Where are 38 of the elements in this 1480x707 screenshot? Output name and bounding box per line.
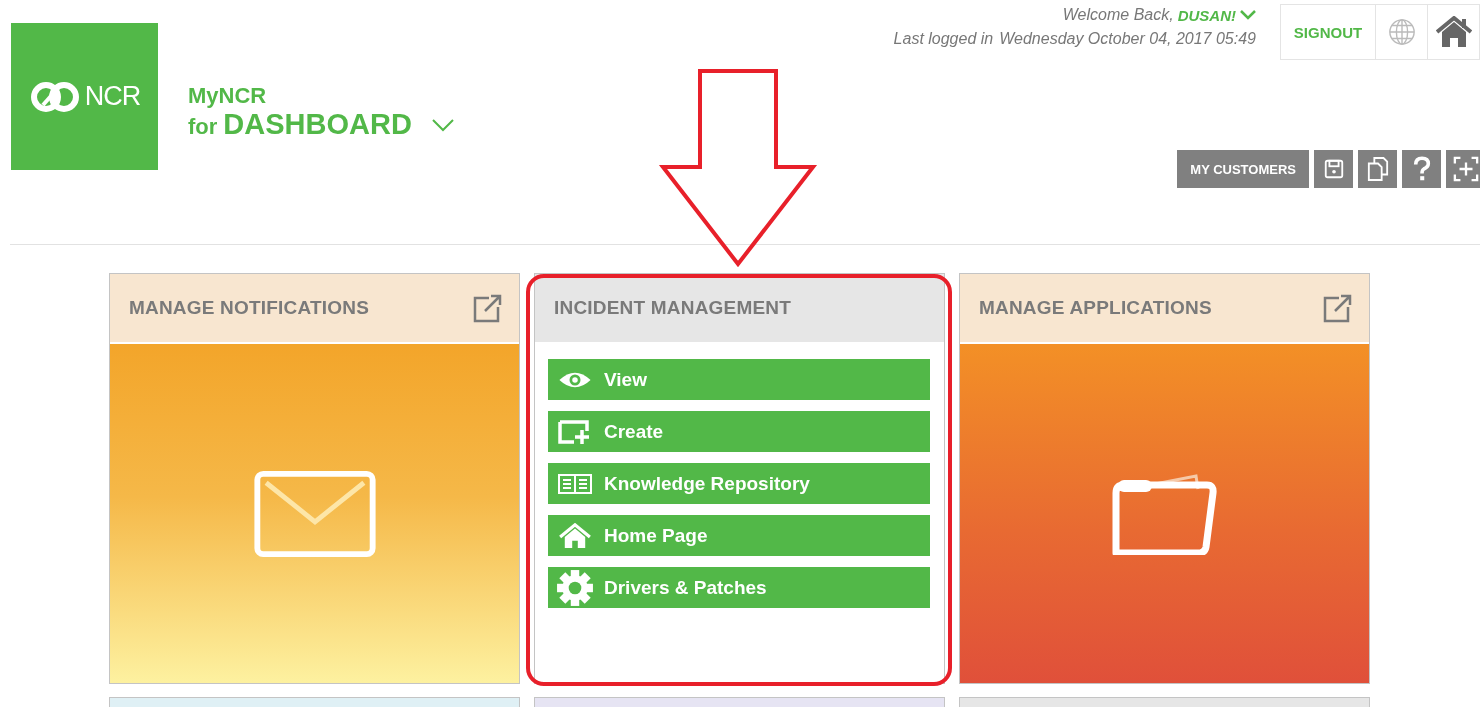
tile-title: INCIDENT MANAGEMENT — [554, 297, 792, 319]
dashboard-title: DASHBOARD — [223, 108, 412, 141]
signout-button[interactable]: SIGNOUT — [1280, 4, 1376, 60]
copy-button[interactable] — [1358, 150, 1397, 188]
external-link-icon[interactable] — [473, 293, 503, 323]
save-button[interactable] — [1314, 150, 1353, 188]
envelope-icon — [253, 470, 376, 557]
welcome-text: Welcome Back, — [1062, 6, 1174, 24]
my-customers-button[interactable]: MY CUSTOMERS — [1177, 150, 1309, 188]
external-link-icon[interactable] — [1323, 293, 1353, 323]
company-logo[interactable]: NCR — [11, 23, 158, 170]
app-title: MyNCR — [188, 84, 268, 108]
help-icon — [1412, 156, 1431, 182]
expand-button[interactable] — [1446, 150, 1480, 188]
last-login-time: Wednesday October 04, 2017 05:49 — [999, 30, 1256, 48]
home-button[interactable] — [1428, 4, 1480, 60]
help-button[interactable] — [1402, 150, 1441, 188]
globe-icon — [1387, 18, 1416, 46]
user-name[interactable]: DUSAN! — [1177, 6, 1236, 24]
folder-icon — [1111, 472, 1218, 555]
menu-link[interactable]: Knowledge Repository — [548, 463, 930, 504]
tile-title: MANAGE APPLICATIONS — [979, 297, 1212, 319]
chevron-down-icon[interactable] — [1240, 10, 1256, 20]
menu-link[interactable]: View — [548, 359, 930, 400]
menu-link[interactable]: Create — [548, 411, 930, 452]
menu-link[interactable]: Drivers & Patches — [548, 567, 930, 608]
house-icon — [556, 522, 594, 549]
expand-icon — [1452, 156, 1479, 182]
gear-icon — [556, 568, 594, 607]
home-icon — [1435, 16, 1472, 48]
menu-link[interactable]: Home Page — [548, 515, 930, 556]
save-icon — [1322, 158, 1345, 180]
app-subtitle: for — [188, 114, 218, 140]
copy-icon — [1366, 156, 1389, 182]
last-login-label: Last logged in — [893, 30, 994, 48]
tile-title: MANAGE NOTIFICATIONS — [129, 297, 370, 319]
chevron-down-icon[interactable] — [431, 117, 454, 132]
book-icon — [556, 472, 594, 495]
